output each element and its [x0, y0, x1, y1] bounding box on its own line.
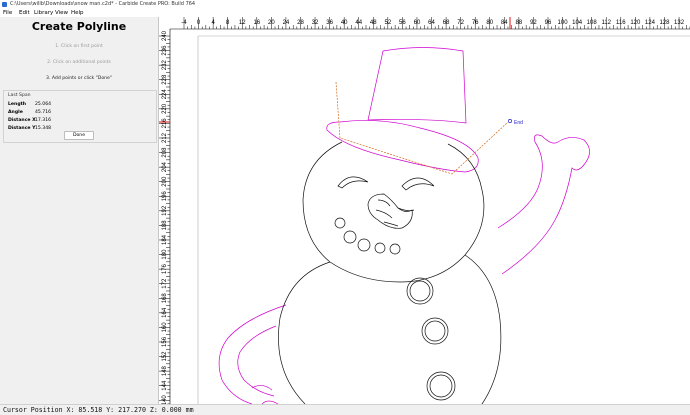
- distance-y-value: 15.348: [35, 126, 52, 131]
- status-bar: Cursor Position X: 85.518 Y: 217.270 Z: …: [0, 404, 690, 415]
- y-ruler-label: 184: [162, 234, 168, 245]
- x-ruler-label: 128: [659, 20, 670, 26]
- window-title: C:\Users\willb\Downloads\snow man.c2d* -…: [10, 1, 196, 7]
- x-ruler-label: 112: [601, 20, 611, 26]
- y-ruler-label: 144: [162, 380, 168, 391]
- y-ruler-label: 232: [162, 59, 168, 70]
- length-label: Length: [8, 102, 27, 107]
- x-ruler-label: 88: [516, 20, 523, 26]
- x-ruler-label: 56: [399, 20, 406, 26]
- x-ruler-label: 16: [253, 20, 260, 26]
- x-ruler-label: 72: [457, 20, 464, 26]
- x-ruler-label: 44: [355, 20, 362, 26]
- x-ruler-label: 96: [545, 20, 552, 26]
- x-ruler-label: 100: [558, 20, 569, 26]
- x-ruler-label: 116: [616, 20, 626, 26]
- angle-label: Angle: [8, 110, 23, 115]
- y-ruler-label: 196: [162, 191, 168, 202]
- y-ruler-label: 236: [162, 45, 168, 56]
- x-ruler-label: 40: [341, 20, 348, 26]
- y-ruler-label: 176: [162, 263, 168, 274]
- x-ruler-label: 32: [312, 20, 319, 26]
- y-ruler-label: 240: [162, 30, 168, 41]
- menu-help[interactable]: Help: [71, 9, 84, 17]
- x-ruler-label: 60: [414, 20, 421, 26]
- x-ruler-label: 76: [472, 20, 479, 26]
- x-ruler-label: 108: [587, 20, 598, 26]
- y-ruler-label: 204: [162, 161, 168, 172]
- design-canvas[interactable]: -404812162024283236404448525660646872768…: [159, 17, 690, 404]
- y-ruler-label: 220: [162, 103, 168, 114]
- y-ruler-label: 212: [162, 132, 168, 143]
- last-span-title: Last Span: [8, 93, 31, 98]
- x-ruler-label: 48: [370, 20, 377, 26]
- x-ruler-label: 84: [501, 20, 508, 26]
- done-button[interactable]: Done: [64, 131, 94, 140]
- step-2-text: 2. Click on additional points: [47, 60, 111, 65]
- y-ruler-label: 160: [162, 322, 168, 333]
- x-ruler-label: 120: [630, 20, 641, 26]
- menu-view[interactable]: View: [55, 9, 68, 17]
- y-ruler-label: 152: [162, 351, 168, 362]
- y-ruler-label: 172: [162, 278, 168, 289]
- y-ruler-label: 148: [162, 365, 168, 376]
- menu-file[interactable]: File: [3, 9, 12, 17]
- length-value: 25.064: [35, 102, 52, 107]
- y-ruler-label: 208: [162, 147, 168, 158]
- x-ruler-label: 28: [297, 20, 304, 26]
- x-ruler-label: 64: [428, 20, 435, 26]
- y-ruler-label: 192: [162, 205, 168, 216]
- title-bar: C:\Users\willb\Downloads\snow man.c2d* -…: [0, 0, 690, 9]
- x-ruler-label: 80: [486, 20, 493, 26]
- distance-x-value: 17.316: [35, 118, 52, 123]
- angle-value: 45.716: [35, 110, 52, 115]
- y-ruler-label: 200: [162, 176, 168, 187]
- x-ruler-label: 124: [645, 20, 656, 26]
- panel-title: Create Polyline: [31, 20, 127, 33]
- y-ruler-label: 168: [162, 293, 168, 304]
- y-ruler-label: 224: [162, 89, 168, 100]
- distance-x-label: Distance X: [8, 118, 36, 123]
- y-ruler-label: 164: [162, 307, 168, 318]
- x-ruler-label: 68: [443, 20, 450, 26]
- end-label: End: [514, 120, 523, 126]
- menu-library[interactable]: Library: [34, 9, 53, 17]
- menu-edit[interactable]: Edit: [19, 9, 30, 17]
- y-ruler-label: 216: [162, 118, 168, 129]
- x-ruler-label: 52: [384, 20, 391, 26]
- x-ruler-label: -4: [181, 20, 187, 26]
- x-ruler-label: 104: [572, 20, 583, 26]
- x-ruler-label: 12: [239, 20, 246, 26]
- tool-panel: Create Polyline 1. Click on first point …: [0, 17, 159, 404]
- x-ruler-label: 132: [674, 20, 685, 26]
- x-ruler-label: 20: [268, 20, 275, 26]
- step-3-text: 3. Add points or click "Done": [46, 76, 112, 81]
- x-ruler-label: 24: [283, 20, 290, 26]
- app-icon: [2, 2, 7, 7]
- y-ruler-label: 188: [162, 220, 168, 231]
- menu-bar: File Edit Library View Help: [0, 9, 690, 17]
- y-ruler-label: 180: [162, 249, 168, 260]
- y-ruler-label: 156: [162, 336, 168, 347]
- distance-y-label: Distance Y: [8, 126, 36, 131]
- x-ruler-label: 92: [530, 20, 537, 26]
- y-ruler-label: 140: [162, 395, 168, 404]
- x-ruler-label: 36: [326, 20, 333, 26]
- step-1-text: 1. Click on first point: [55, 44, 103, 49]
- y-ruler-label: 228: [162, 74, 168, 85]
